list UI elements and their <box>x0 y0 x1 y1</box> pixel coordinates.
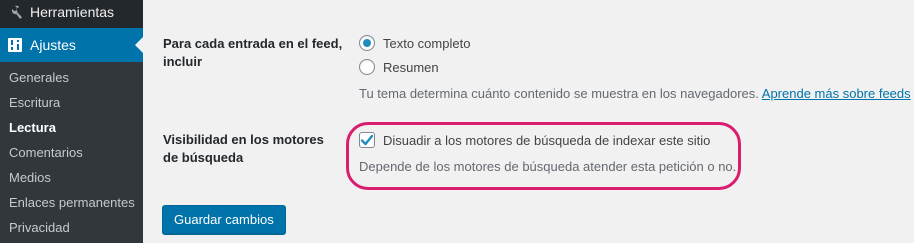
submenu-item-comentarios[interactable]: Comentarios <box>0 140 143 165</box>
submenu-item-generales[interactable]: Generales <box>0 65 143 90</box>
feed-option-full-text[interactable]: Texto completo <box>359 35 470 51</box>
settings-icon <box>0 37 30 53</box>
save-changes-button[interactable]: Guardar cambios <box>162 205 286 234</box>
settings-form: Para cada entrada en el feed, incluir Te… <box>143 0 914 243</box>
submenu-item-lectura[interactable]: Lectura <box>0 115 143 140</box>
menu-item-settings[interactable]: Ajustes <box>0 28 143 62</box>
annotation-highlight-circle <box>346 122 741 190</box>
current-menu-arrow <box>135 37 143 53</box>
feed-description-text: Tu tema determina cuánto contenido se mu… <box>359 86 759 101</box>
feed-option-summary[interactable]: Resumen <box>359 59 439 75</box>
submenu-item-enlaces-permanentes[interactable]: Enlaces permanentes <box>0 190 143 215</box>
feed-option-summary-label: Resumen <box>383 59 439 75</box>
feed-option-full-text-label: Texto completo <box>383 35 471 51</box>
admin-sidebar: Herramientas Ajustes Generales Escritura… <box>0 0 143 243</box>
menu-item-tools-label: Herramientas <box>30 4 115 20</box>
menu-item-settings-label: Ajustes <box>30 37 76 53</box>
feeds-help-link[interactable]: Aprende más sobre feeds <box>762 86 911 101</box>
wrench-icon <box>0 3 30 21</box>
settings-submenu: Generales Escritura Lectura Comentarios … <box>0 62 143 243</box>
menu-item-tools[interactable]: Herramientas <box>0 0 143 29</box>
visibility-setting-label: Visibilidad en los motores de búsqueda <box>163 132 324 165</box>
submenu-item-privacidad[interactable]: Privacidad <box>0 215 143 240</box>
radio-summary[interactable] <box>359 59 375 75</box>
submenu-item-escritura[interactable]: Escritura <box>0 90 143 115</box>
feed-description: Tu tema determina cuánto contenido se mu… <box>359 86 911 101</box>
radio-full-text[interactable] <box>359 35 375 51</box>
feed-setting-label: Para cada entrada en el feed, incluir <box>163 36 343 69</box>
submenu-item-medios[interactable]: Medios <box>0 165 143 190</box>
